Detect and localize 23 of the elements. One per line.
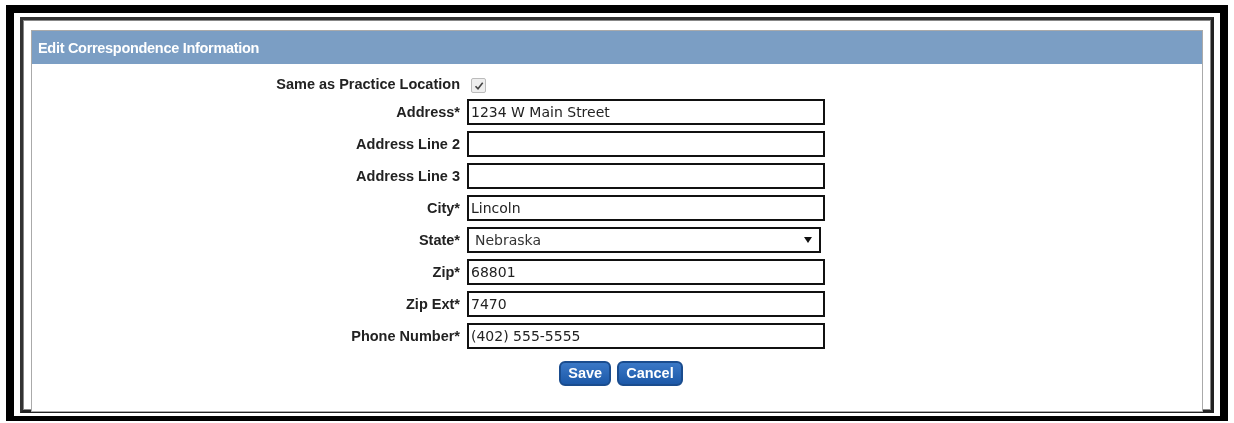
panel-title: Edit Correspondence Information: [32, 31, 1202, 64]
text-field[interactable]: [467, 163, 825, 189]
text-field[interactable]: 1234 W Main Street: [467, 99, 825, 125]
field-label: Zip*: [432, 264, 460, 280]
field-label: Address Line 2: [356, 136, 460, 152]
field-label: Address Line 3: [356, 168, 460, 184]
field-label: Zip Ext*: [406, 296, 460, 312]
field-label: Same as Practice Location: [276, 75, 460, 92]
text-field[interactable]: (402) 555-5555: [467, 323, 825, 349]
text-field[interactable]: [467, 131, 825, 157]
text-field[interactable]: 68801: [467, 259, 825, 285]
cancel-button[interactable]: Cancel: [617, 361, 683, 386]
text-field[interactable]: 7470: [467, 291, 825, 317]
field-label: Address*: [396, 104, 460, 120]
save-button[interactable]: Save: [559, 361, 612, 386]
checkbox[interactable]: [471, 78, 486, 93]
check-icon: [473, 80, 484, 91]
field-label: State*: [418, 232, 460, 248]
state-dropdown[interactable]: Nebraska: [467, 227, 821, 253]
field-label: Phone Number*: [351, 328, 460, 344]
caret-icon: [803, 236, 813, 244]
field-label: City*: [426, 200, 460, 216]
text-field[interactable]: Lincoln: [467, 195, 825, 221]
